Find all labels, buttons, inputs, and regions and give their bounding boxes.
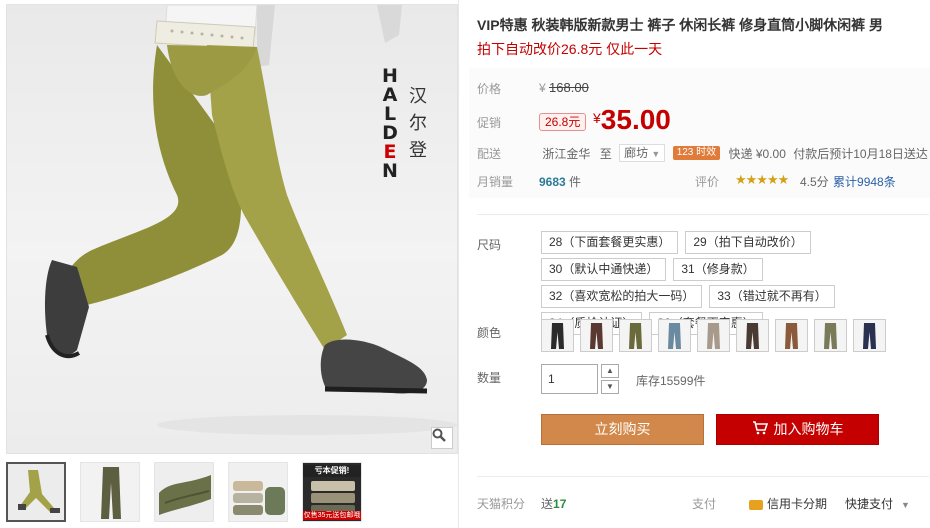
shipping-label: 配送: [477, 146, 502, 161]
quantity-label: 数量: [477, 371, 502, 385]
quantity-increment-icon[interactable]: ▲: [601, 364, 619, 378]
monthly-sales: 9683 件: [539, 173, 581, 190]
ship-from: 浙江金华: [542, 146, 591, 161]
color-label: 颜色: [477, 326, 502, 340]
color-swatch[interactable]: [775, 319, 808, 352]
service-row-partial: [477, 519, 929, 528]
chevron-down-icon: ▼: [901, 500, 910, 510]
promo-badge: 26.8元: [539, 113, 587, 131]
monthly-sales-count: 9683: [539, 175, 566, 189]
reviews-link[interactable]: 累计9948条: [833, 173, 896, 190]
divider: [477, 476, 929, 477]
delivery-time-badge: 123 时效: [672, 146, 721, 160]
brand-letter: N: [382, 160, 398, 182]
divider: [477, 214, 929, 215]
shipping-row: 配送 浙江金华 至 廊坊 ▼ 123 时效 快递 ¥0.00 付款后预计10月1…: [477, 144, 928, 162]
price-label: 价格: [477, 82, 502, 96]
brand-cn-char: 登: [409, 140, 427, 160]
credit-installment[interactable]: 信用卡分期: [749, 495, 827, 512]
buy-now-button[interactable]: 立刻购买: [541, 414, 704, 445]
brand-logo-cn: 汉 尔 登: [407, 83, 429, 164]
color-swatch[interactable]: [697, 319, 730, 352]
color-swatch[interactable]: [619, 319, 652, 352]
shipping-fee: 快递 ¥0.00: [728, 146, 786, 161]
reviews-prefix: 累计: [833, 175, 858, 189]
promo-label: 促销: [477, 116, 502, 130]
color-swatch[interactable]: [814, 319, 847, 352]
product-gallery: H A L D E N 汉 尔 登 亏本促销! 仅售35元送包邮哦: [6, 4, 458, 528]
original-price-value: 168.00: [549, 80, 589, 95]
original-price: ¥ 168.00: [539, 80, 589, 95]
payment-label: 支付: [692, 497, 717, 511]
color-swatch[interactable]: [853, 319, 886, 352]
credit-card-icon: [749, 499, 763, 510]
color-swatches: [541, 319, 930, 352]
thumbnail-5-promo[interactable]: 亏本促销! 仅售35元送包邮哦: [302, 462, 362, 522]
thumb-promo-title: 亏本促销!: [303, 465, 361, 477]
city-select[interactable]: 廊坊 ▼: [619, 144, 666, 162]
color-swatch[interactable]: [658, 319, 691, 352]
thumb-promo-footer: 仅售35元送包邮哦: [303, 511, 361, 520]
color-swatch[interactable]: [541, 319, 574, 352]
thumbnail-2[interactable]: [80, 462, 140, 522]
thumbnail-strip: 亏本促销! 仅售35元送包邮哦: [6, 462, 376, 528]
promo-price-value: 35.00: [600, 104, 671, 135]
monthly-sales-label: 月销量: [477, 175, 514, 189]
quantity-input[interactable]: [541, 364, 598, 394]
reviews-count: 9948条: [857, 175, 896, 189]
points-value: 送17: [541, 495, 566, 512]
promo-price: ¥35.00: [593, 104, 671, 136]
main-product-image[interactable]: H A L D E N 汉 尔 登: [6, 4, 458, 454]
stock-count: 库存15599件: [636, 374, 706, 388]
quantity-decrement-icon[interactable]: ▼: [601, 380, 619, 394]
product-subtitle: 拍下自动改价26.8元 仅此一天: [477, 41, 663, 57]
add-to-cart-button[interactable]: 加入购物车: [716, 414, 879, 445]
size-option[interactable]: 33（错过就不再有）: [709, 285, 835, 308]
product-title: VIP特惠 秋装韩版新款男士 裤子 休闲长裤 修身直筒小脚休闲裤 男: [477, 17, 884, 33]
brand-logo-latin: H A L D E N: [381, 67, 399, 181]
quick-pay-label: 快捷支付: [845, 497, 894, 511]
rating-label: 评价: [695, 175, 720, 189]
promo-currency: ¥: [593, 110, 601, 126]
color-swatch[interactable]: [736, 319, 769, 352]
points-number: 17: [553, 497, 567, 511]
delivery-eta: 付款后预计10月18日送达: [793, 146, 928, 161]
size-option[interactable]: 29（拍下自动改价）: [685, 231, 811, 254]
size-option[interactable]: 31（修身款）: [673, 258, 763, 281]
credit-label: 信用卡分期: [767, 497, 828, 511]
brand-cn-char: 尔: [409, 113, 427, 133]
brand-cn-char: 汉: [409, 86, 427, 106]
original-currency: ¥: [539, 81, 546, 95]
price-box: 价格 ¥ 168.00 促销 26.8元 ¥35.00 配送 浙江金华 至 廊坊…: [469, 68, 930, 198]
zoom-icon[interactable]: [431, 427, 453, 449]
add-to-cart-label: 加入购物车: [773, 421, 844, 437]
thumbnail-4[interactable]: [228, 462, 288, 522]
size-option[interactable]: 32（喜欢宽松的拍大一码）: [541, 285, 703, 308]
size-label: 尺码: [477, 238, 502, 252]
ship-to-word: 至: [599, 146, 612, 161]
city-value: 廊坊: [624, 146, 649, 160]
size-option[interactable]: 30（默认中通快递）: [541, 258, 667, 281]
quick-pay-dropdown[interactable]: 快捷支付 ▼: [845, 495, 910, 512]
thumbnail-1[interactable]: [6, 462, 66, 522]
product-info-panel: VIP特惠 秋装韩版新款男士 裤子 休闲长裤 修身直筒小脚休闲裤 男 拍下自动改…: [459, 0, 930, 528]
cart-icon: [752, 416, 768, 445]
rating-stars-icon: ★★★★★: [735, 172, 789, 187]
size-option[interactable]: 28（下面套餐更实惠）: [541, 231, 679, 254]
chevron-down-icon: ▼: [651, 149, 661, 159]
points-prefix: 送: [541, 497, 554, 511]
points-label: 天猫积分: [477, 497, 526, 511]
monthly-sales-unit: 件: [569, 175, 582, 189]
thumbnail-3[interactable]: [154, 462, 214, 522]
color-swatch[interactable]: [580, 319, 613, 352]
rating-value: 4.5分: [800, 175, 829, 189]
